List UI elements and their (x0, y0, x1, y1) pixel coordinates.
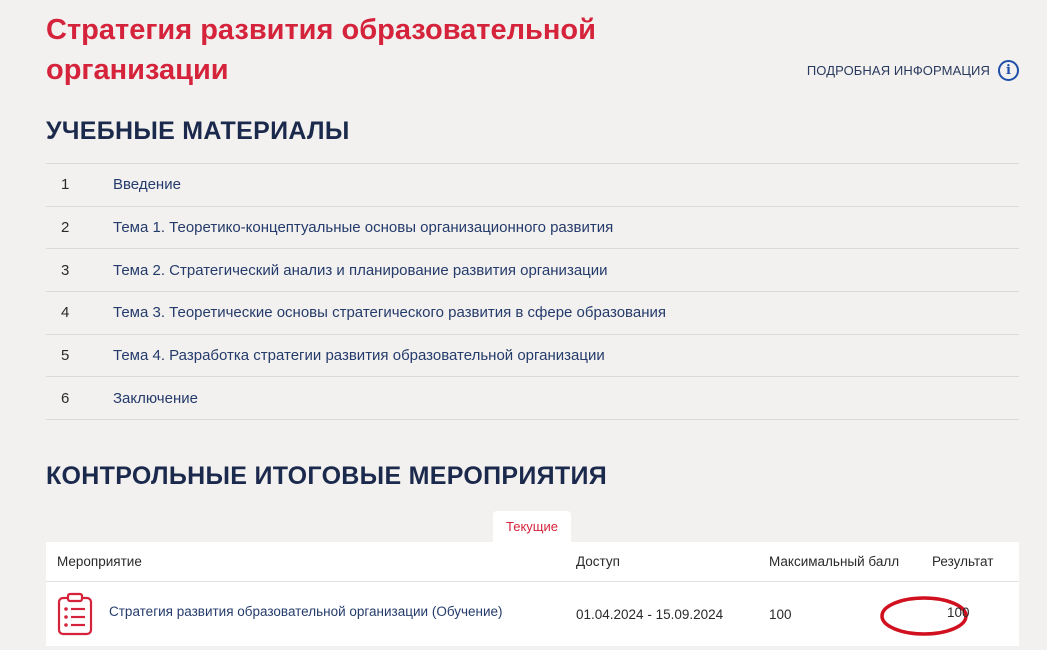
material-link-intro[interactable]: Введение (113, 176, 181, 193)
list-item: 1 Введение (46, 164, 1019, 207)
details-link-label: ПОДРОБНАЯ ИНФОРМАЦИЯ (806, 63, 990, 78)
material-link-topic-1[interactable]: Тема 1. Теоретико-концептуальные основы … (113, 219, 613, 236)
material-link-topic-3[interactable]: Тема 3. Теоретические основы стратегичес… (113, 304, 666, 321)
item-number: 5 (61, 347, 70, 365)
materials-list: 1 Введение 2 Тема 1. Теоретико-концептуа… (46, 163, 1019, 421)
table-row: Стратегия развития образовательной орган… (46, 582, 1019, 646)
checklist-icon (57, 592, 93, 636)
item-number: 6 (61, 389, 70, 407)
list-item: 6 Заключение (46, 377, 1019, 421)
list-item: 5 Тема 4. Разработка стратегии развития … (46, 335, 1019, 378)
tab-current[interactable]: Текущие (493, 511, 571, 542)
events-section-title: КОНТРОЛЬНЫЕ ИТОГОВЫЕ МЕРОПРИЯТИЯ (46, 462, 608, 490)
material-link-conclusion[interactable]: Заключение (113, 390, 198, 407)
event-link[interactable]: Стратегия развития образовательной орган… (109, 604, 503, 619)
list-item: 3 Тема 2. Стратегический анализ и планир… (46, 249, 1019, 293)
column-header-access: Доступ (576, 554, 620, 569)
info-circle-icon[interactable]: i (998, 60, 1019, 81)
material-link-topic-4[interactable]: Тема 4. Разработка стратегии развития об… (113, 347, 605, 364)
details-link[interactable]: ПОДРОБНАЯ ИНФОРМАЦИЯ i (807, 60, 1019, 81)
materials-section-title: УЧЕБНЫЕ МАТЕРИАЛЫ (46, 117, 350, 145)
item-number: 3 (61, 261, 70, 279)
result-value: 100 (947, 605, 970, 620)
events-table: Мероприятие Доступ Максимальный балл Рез… (46, 542, 1019, 646)
column-header-event: Мероприятие (57, 554, 142, 569)
list-item: 4 Тема 3. Теоретические основы стратегич… (46, 292, 1019, 335)
item-number: 1 (61, 176, 70, 194)
column-header-max-score: Максимальный балл (769, 554, 900, 569)
item-number: 4 (61, 304, 70, 322)
table-header: Мероприятие Доступ Максимальный балл Рез… (46, 542, 1019, 582)
page-title: Стратегия развития образовательной орган… (46, 14, 596, 86)
list-item: 2 Тема 1. Теоретико-концептуальные основ… (46, 207, 1019, 250)
event-cell: Стратегия развития образовательной орган… (46, 592, 576, 636)
material-link-topic-2[interactable]: Тема 2. Стратегический анализ и планиров… (113, 262, 608, 279)
item-number: 2 (61, 219, 70, 237)
access-period: 01.04.2024 - 15.09.2024 (576, 606, 724, 622)
column-header-result: Результат (932, 554, 994, 569)
